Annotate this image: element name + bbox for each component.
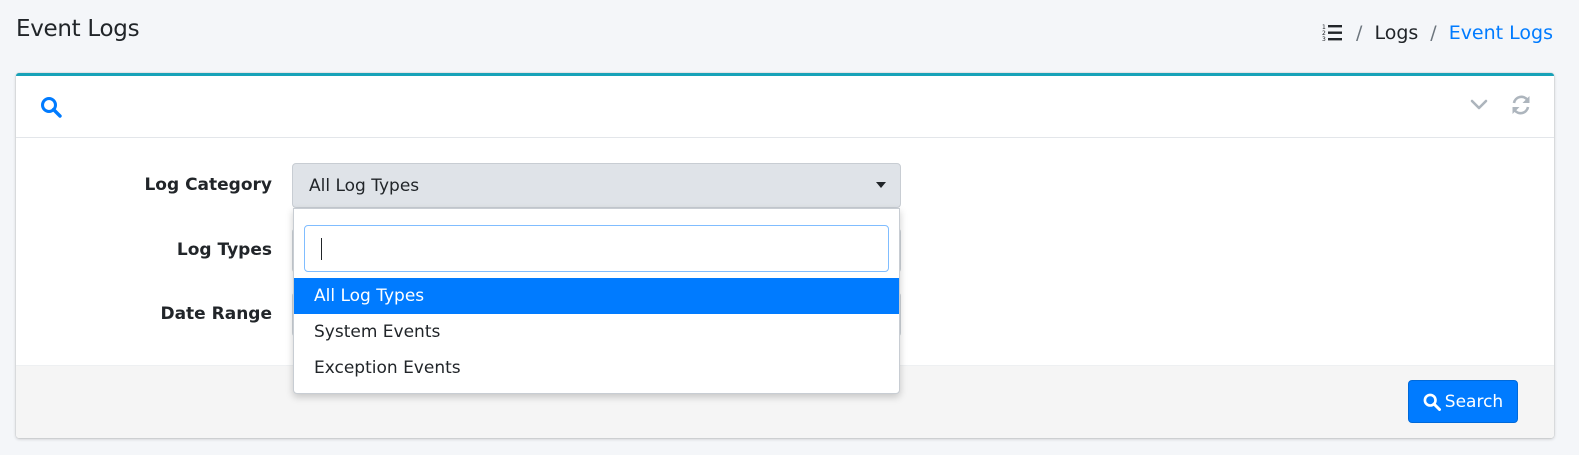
list-icon: 1 2 3 [1322,24,1343,43]
dropdown-option[interactable]: Exception Events [294,350,899,386]
date-range-label: Date Range [160,304,272,324]
log-category-value: All Log Types [309,176,420,196]
log-category-dropdown: All Log Types System Events Exception Ev… [293,208,900,394]
breadcrumb-separator: / [1356,22,1363,44]
search-icon [1423,393,1441,411]
breadcrumb-item-logs[interactable]: Logs [1374,22,1418,44]
search-icon [41,97,62,118]
log-types-label: Log Types [176,240,272,260]
page-title: Event Logs [16,16,140,42]
breadcrumb: 1 2 3 / Logs / Event Logs [1322,22,1553,44]
breadcrumb-separator: / [1430,22,1437,44]
breadcrumb-item-event-logs: Event Logs [1448,22,1553,44]
svg-text:3: 3 [1322,36,1326,43]
dropdown-option[interactable]: System Events [294,314,899,350]
caret-down-icon [876,182,886,188]
log-category-select[interactable]: All Log Types [292,163,901,208]
log-category-label: Log Category [144,175,272,195]
dropdown-option[interactable]: All Log Types [294,278,899,314]
log-category-row: Log Category All Log Types [16,163,1554,209]
refresh-icon[interactable] [1510,94,1532,116]
card-header [16,76,1554,138]
chevron-down-icon[interactable] [1470,98,1488,112]
dropdown-search-input[interactable] [304,225,889,272]
search-button-label: Search [1444,391,1504,412]
text-cursor [321,238,322,260]
search-button[interactable]: Search [1408,380,1518,423]
